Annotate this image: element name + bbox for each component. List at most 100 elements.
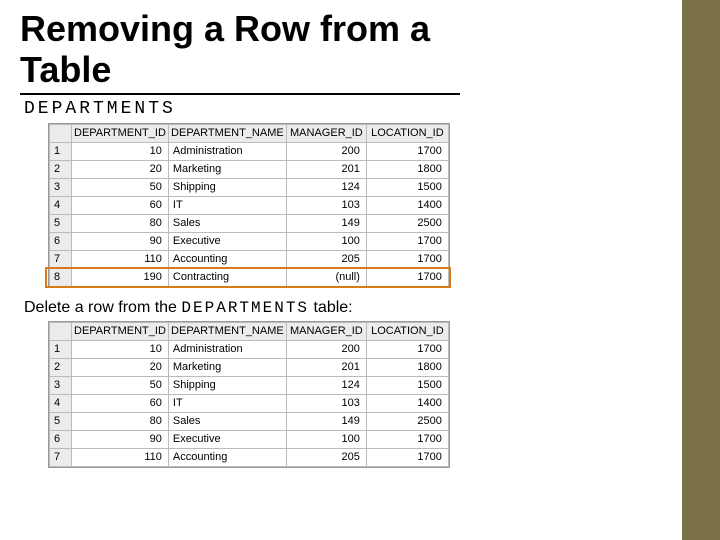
col-loc-id: LOCATION_ID — [366, 124, 448, 142]
cell-loc-id: 1400 — [366, 394, 448, 412]
cell-mgr-id: 200 — [286, 340, 366, 358]
cell-rownum: 4 — [50, 196, 72, 214]
cell-mgr-id: 103 — [286, 394, 366, 412]
cell-loc-id: 1800 — [366, 160, 448, 178]
cell-mgr-id: 201 — [286, 160, 366, 178]
cell-mgr-id: 103 — [286, 196, 366, 214]
cell-dept-id: 90 — [72, 232, 169, 250]
col-rownum — [50, 322, 72, 340]
col-dept-name: DEPARTMENT_NAME — [168, 124, 286, 142]
table-row: 220Marketing2011800 — [50, 358, 449, 376]
cell-loc-id: 2500 — [366, 214, 448, 232]
cell-dept-name: Executive — [168, 430, 286, 448]
table-row: 690Executive1001700 — [50, 430, 449, 448]
cell-dept-id: 10 — [72, 142, 169, 160]
col-dept-id: DEPARTMENT_ID — [72, 124, 169, 142]
cell-dept-id: 10 — [72, 340, 169, 358]
cell-dept-id: 20 — [72, 358, 169, 376]
cell-rownum: 5 — [50, 214, 72, 232]
table-row: 110Administration2001700 — [50, 142, 449, 160]
cell-mgr-id: 149 — [286, 214, 366, 232]
col-rownum — [50, 124, 72, 142]
cell-mgr-id: 100 — [286, 232, 366, 250]
slide-sidebar — [682, 0, 720, 540]
cell-dept-id: 90 — [72, 430, 169, 448]
cell-rownum: 3 — [50, 376, 72, 394]
cell-dept-id: 110 — [72, 448, 169, 466]
table-row: 110Administration2001700 — [50, 340, 449, 358]
cell-loc-id: 1500 — [366, 178, 448, 196]
cell-mgr-id: 201 — [286, 358, 366, 376]
table-row: 350Shipping1241500 — [50, 376, 449, 394]
table-row: 350Shipping1241500 — [50, 178, 449, 196]
cell-dept-id: 50 — [72, 376, 169, 394]
cell-dept-name: Executive — [168, 232, 286, 250]
cell-loc-id: 2500 — [366, 412, 448, 430]
cell-dept-name: Administration — [168, 340, 286, 358]
cell-dept-id: 80 — [72, 214, 169, 232]
cell-rownum: 6 — [50, 430, 72, 448]
cell-loc-id: 1700 — [366, 232, 448, 250]
table-row: 460IT1031400 — [50, 394, 449, 412]
departments-table-after: DEPARTMENT_ID DEPARTMENT_NAME MANAGER_ID… — [49, 322, 449, 467]
table-name-label: DEPARTMENTS — [24, 99, 670, 119]
cell-dept-name: Sales — [168, 412, 286, 430]
caption-table-name: DEPARTMENTS — [181, 299, 309, 317]
cell-loc-id: 1500 — [366, 376, 448, 394]
cell-loc-id: 1400 — [366, 196, 448, 214]
table-header-row: DEPARTMENT_ID DEPARTMENT_NAME MANAGER_ID… — [50, 322, 449, 340]
cell-dept-id: 60 — [72, 196, 169, 214]
table-row: 690Executive1001700 — [50, 232, 449, 250]
cell-loc-id: 1700 — [366, 448, 448, 466]
cell-rownum: 7 — [50, 448, 72, 466]
cell-dept-name: Shipping — [168, 376, 286, 394]
cell-dept-id: 110 — [72, 250, 169, 268]
cell-mgr-id: 124 — [286, 376, 366, 394]
title-block: Removing a Row from a Table — [20, 8, 460, 95]
cell-dept-id: 60 — [72, 394, 169, 412]
col-mgr-id: MANAGER_ID — [286, 124, 366, 142]
caption-prefix: Delete a row from the — [24, 299, 181, 316]
cell-dept-name: Contracting — [168, 268, 286, 286]
table-after-wrap: DEPARTMENT_ID DEPARTMENT_NAME MANAGER_ID… — [48, 321, 450, 468]
cell-rownum: 3 — [50, 178, 72, 196]
table-row: 460IT1031400 — [50, 196, 449, 214]
col-dept-id: DEPARTMENT_ID — [72, 322, 169, 340]
cell-loc-id: 1700 — [366, 340, 448, 358]
slide-content: Removing a Row from a Table DEPARTMENTS … — [0, 0, 720, 473]
cell-mgr-id: (null) — [286, 268, 366, 286]
cell-rownum: 2 — [50, 358, 72, 376]
col-loc-id: LOCATION_ID — [366, 322, 448, 340]
cell-loc-id: 1700 — [366, 268, 448, 286]
cell-dept-name: Sales — [168, 214, 286, 232]
cell-dept-name: Accounting — [168, 448, 286, 466]
cell-rownum: 7 — [50, 250, 72, 268]
cell-loc-id: 1800 — [366, 358, 448, 376]
cell-mgr-id: 124 — [286, 178, 366, 196]
cell-dept-name: Shipping — [168, 178, 286, 196]
cell-dept-id: 80 — [72, 412, 169, 430]
col-dept-name: DEPARTMENT_NAME — [168, 322, 286, 340]
cell-dept-name: Accounting — [168, 250, 286, 268]
cell-dept-id: 20 — [72, 160, 169, 178]
table-row: 580Sales1492500 — [50, 412, 449, 430]
cell-rownum: 5 — [50, 412, 72, 430]
caption-suffix: table: — [309, 299, 353, 316]
cell-dept-name: IT — [168, 394, 286, 412]
table-row: 580Sales1492500 — [50, 214, 449, 232]
cell-dept-name: Administration — [168, 142, 286, 160]
cell-dept-name: Marketing — [168, 160, 286, 178]
cell-rownum: 8 — [50, 268, 72, 286]
cell-rownum: 1 — [50, 142, 72, 160]
cell-rownum: 2 — [50, 160, 72, 178]
col-mgr-id: MANAGER_ID — [286, 322, 366, 340]
table-row: 220Marketing2011800 — [50, 160, 449, 178]
table-row: 7110Accounting2051700 — [50, 448, 449, 466]
table-row: 7110Accounting2051700 — [50, 250, 449, 268]
cell-rownum: 1 — [50, 340, 72, 358]
cell-rownum: 6 — [50, 232, 72, 250]
cell-dept-id: 190 — [72, 268, 169, 286]
caption-text: Delete a row from the DEPARTMENTS table: — [24, 299, 670, 317]
cell-dept-id: 50 — [72, 178, 169, 196]
cell-loc-id: 1700 — [366, 430, 448, 448]
